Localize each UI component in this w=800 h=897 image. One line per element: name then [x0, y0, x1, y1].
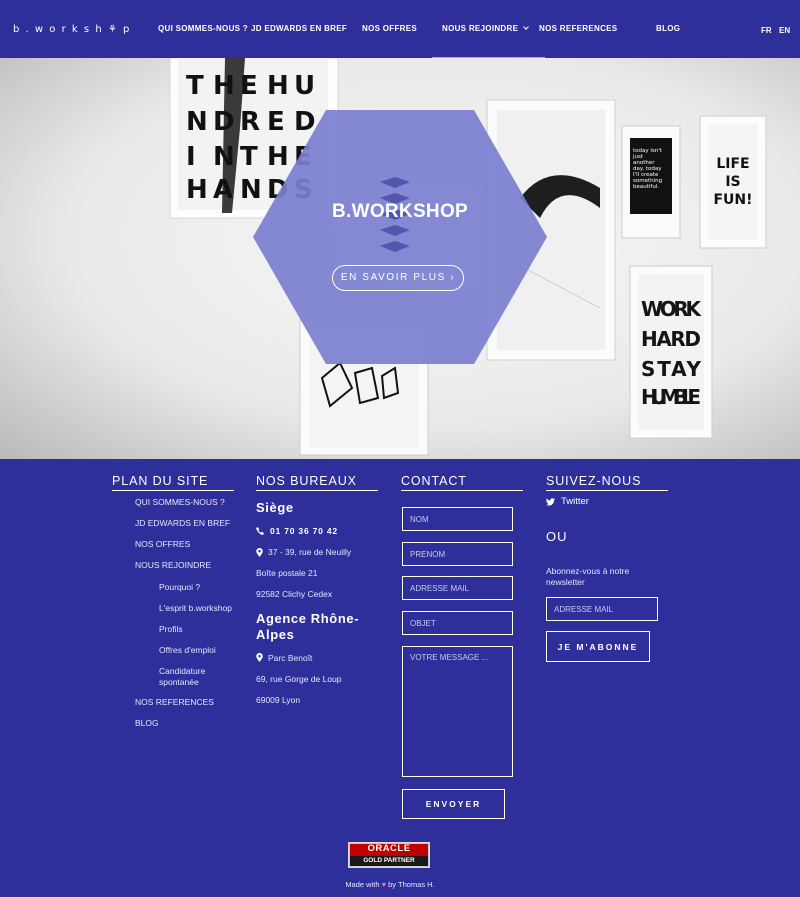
credit-prefix: Made with [345, 880, 380, 889]
nos-bureaux-title: NOS BUREAUX [256, 474, 378, 491]
credit-line: Made with ♥ by Thomas H. [0, 880, 780, 889]
svg-text:H: H [267, 71, 289, 101]
credit-suffix: by Thomas H. [388, 880, 435, 889]
siege-heading: Siège [256, 500, 294, 515]
hero-banner: THEHU NDRED INTHE HANDS today isn'tjusta… [0, 58, 800, 459]
svg-text:IS: IS [725, 174, 740, 190]
svg-text:beautiful.: beautiful. [633, 184, 659, 190]
nav-nous-rejoindre[interactable]: NOUS REJOINDRE [431, 24, 546, 58]
chevron-down-icon [523, 24, 530, 30]
svg-text:HARD: HARD [641, 327, 701, 351]
svg-text:H: H [186, 175, 208, 205]
newsletter-text: Abonnez-vous à notre newsletter [546, 566, 630, 587]
siege-address-line-2: Boîte postale 21 [256, 568, 318, 578]
svg-text:T: T [186, 71, 204, 101]
svg-text:A: A [213, 175, 233, 205]
nav-nos-references[interactable]: NOS REFERENCES [539, 24, 617, 33]
svg-text:N: N [186, 107, 208, 137]
twitter-link[interactable]: Twitter [561, 496, 589, 507]
footer-link-nos-references[interactable]: NOS REFERENCES [135, 697, 214, 707]
footer-link-nos-offres[interactable]: NOS OFFRES [135, 539, 190, 549]
envoyer-button[interactable]: ENVOYER [402, 789, 505, 819]
svg-text:HUMBLE: HUMBLE [641, 385, 701, 409]
svg-text:STAY: STAY [641, 357, 702, 381]
nav-blog[interactable]: BLOG [656, 24, 680, 33]
map-pin-icon [256, 548, 263, 557]
agence-address-line-1: Parc Benoît [268, 653, 313, 663]
svg-text:U: U [294, 71, 315, 101]
poster-work-hard: WORK HARD STAY HUMBLE [629, 265, 713, 439]
footer-link-jd-edwards[interactable]: JD EDWARDS EN BREF [135, 518, 230, 528]
email-input[interactable] [402, 576, 513, 600]
footer-link-nous-rejoindre[interactable]: NOUS REJOINDRE [135, 560, 211, 570]
svg-text:E: E [240, 71, 258, 101]
objet-input[interactable] [402, 611, 513, 635]
nav-nous-rejoindre-label: NOUS REJOINDRE [442, 24, 519, 33]
agence-heading: Agence Rhône-Alpes [256, 611, 360, 642]
svg-text:N: N [213, 142, 235, 172]
top-navigation: b.worksh⚘p QUI SOMMES-NOUS ? JD EDWARDS … [0, 0, 800, 58]
subscribe-button[interactable]: JE M'ABONNE [546, 631, 650, 662]
footer-link-esprit[interactable]: L'esprit b.workshop [159, 603, 232, 613]
footer-link-pourquoi[interactable]: Pourquoi ? [159, 582, 200, 592]
svg-text:WORK: WORK [641, 297, 703, 321]
contact-title: CONTACT [401, 474, 523, 491]
siege-address-line-3: 92582 Clichy Cedex [256, 589, 333, 599]
oracle-badge-level: GOLD PARTNER [363, 857, 415, 864]
footer-link-offres-emploi[interactable]: Offres d'emploi [159, 645, 216, 655]
svg-text:LIFE: LIFE [716, 156, 749, 172]
svg-text:H: H [213, 71, 235, 101]
poster-life-is-fun: LIFE IS FUN! [699, 115, 767, 249]
oracle-badge-brand: ORACLE [367, 843, 411, 854]
phone-number[interactable]: 01 70 36 70 42 [270, 526, 338, 536]
nav-jd-edwards[interactable]: JD EDWARDS EN BREF [251, 24, 347, 33]
svg-text:FUN!: FUN! [713, 192, 752, 208]
lang-en[interactable]: EN [779, 26, 790, 35]
newsletter-email-input[interactable] [546, 597, 658, 621]
en-savoir-plus-button[interactable]: EN SAVOIR PLUS › [332, 265, 464, 291]
nav-nos-offres[interactable]: NOS OFFRES [362, 24, 417, 33]
nav-qui-sommes-nous[interactable]: QUI SOMMES-NOUS ? [158, 24, 248, 33]
plan-du-site-title: PLAN DU SITE [112, 474, 234, 491]
footer-link-profils[interactable]: Profils [159, 624, 183, 634]
heart-icon: ♥ [381, 880, 387, 889]
svg-text:I: I [186, 142, 196, 172]
footer-link-candidature[interactable]: Candidature spontanée [159, 666, 229, 687]
agence-address-line-2: 69, rue Gorge de Loup [256, 674, 342, 684]
phone-icon [256, 527, 264, 535]
map-pin-icon [256, 653, 263, 662]
footer-link-blog[interactable]: BLOG [135, 718, 159, 728]
footer-link-qui-sommes-nous[interactable]: QUI SOMMES-NOUS ? [135, 497, 225, 507]
svg-text:D: D [213, 107, 235, 137]
nom-input[interactable] [402, 507, 513, 531]
brand-logo[interactable]: b.worksh⚘p [13, 24, 136, 35]
siege-address-line-1: 37 - 39, rue de Neuilly [268, 547, 352, 557]
hero-hexagon [253, 110, 547, 364]
suivez-nous-title: SUIVEZ-NOUS [546, 474, 668, 491]
lang-fr[interactable]: FR [761, 26, 772, 35]
message-textarea[interactable] [402, 646, 513, 777]
agence-address-line-3: 69009 Lyon [256, 695, 301, 705]
poster-today: today isn'tjustanother day. todayI'll cr… [621, 125, 681, 239]
ou-heading: OU [546, 529, 568, 544]
twitter-icon [546, 498, 555, 506]
prenom-input[interactable] [402, 542, 513, 566]
hero-title: B.WORKSHOP [332, 201, 468, 222]
